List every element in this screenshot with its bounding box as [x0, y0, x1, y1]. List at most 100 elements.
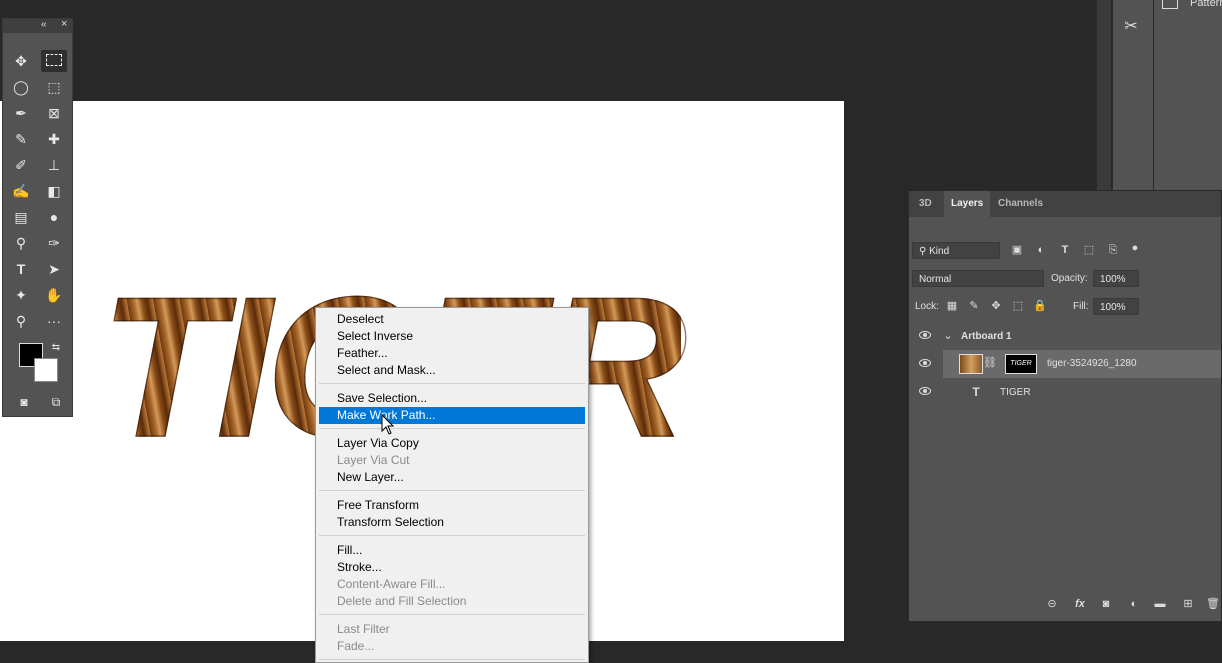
dodge-tool-icon[interactable]: ⚲	[8, 232, 34, 254]
object-selection-tool-icon[interactable]: ⬚	[41, 76, 67, 98]
opacity-input[interactable]: 100%	[1093, 270, 1139, 287]
menu-item-transform-selection[interactable]: Transform Selection	[319, 514, 585, 531]
menu-item-layer-via-copy[interactable]: Layer Via Copy	[319, 435, 585, 452]
layer-mask-thumbnail[interactable]: TIGER	[1005, 354, 1037, 374]
frame-tool-icon[interactable]: ⊠	[41, 102, 67, 124]
filter-pixel-icon[interactable]: ▣	[1010, 243, 1024, 257]
blur-tool-icon[interactable]: ●	[41, 206, 67, 228]
filter-type-icon[interactable]: T	[1058, 243, 1072, 257]
lasso-tool-icon[interactable]: ◯	[8, 76, 34, 98]
menu-item-fade[interactable]: Fade...	[319, 638, 585, 655]
tab-3d[interactable]: 3D	[919, 191, 932, 217]
visibility-eye-icon[interactable]	[919, 331, 931, 339]
layers-panel: 3D Layers Channels ⚲ Kind ▣ ◐ T ⬚ ⎘ ● No…	[908, 190, 1222, 622]
screen-mode-icon[interactable]: ⧉	[43, 391, 69, 413]
filter-kind-select[interactable]: ⚲ Kind	[912, 242, 1000, 259]
visibility-eye-icon[interactable]	[919, 359, 931, 367]
layer-row-image[interactable]: ⛓ TIGER tiger-3524926_1280	[943, 350, 1221, 378]
layer-name[interactable]: tiger-3524926_1280	[1047, 358, 1137, 369]
lock-all-icon[interactable]: 🔒	[1033, 299, 1047, 313]
fx-icon[interactable]: fx	[1073, 597, 1087, 611]
healing-brush-tool-icon[interactable]: ✚	[41, 128, 67, 150]
panel-tab-bar: 3D Layers Channels	[909, 191, 1221, 217]
layer-row-text[interactable]: T TIGER	[909, 379, 1221, 407]
quick-mask-icon[interactable]: ◙	[11, 391, 37, 413]
background-color-swatch[interactable]	[34, 358, 58, 382]
lock-image-icon[interactable]: ✎	[967, 299, 981, 313]
history-brush-tool-icon[interactable]: ✍	[8, 180, 34, 202]
layer-name[interactable]: TIGER	[1000, 387, 1031, 398]
filter-toggle-icon[interactable]: ●	[1128, 241, 1142, 255]
menu-item-feather[interactable]: Feather...	[319, 345, 585, 362]
visibility-eye-icon[interactable]	[919, 387, 931, 395]
dock-scrollbar[interactable]	[1096, 0, 1111, 190]
layer-name[interactable]: Artboard 1	[961, 331, 1012, 342]
pattern-icon[interactable]	[1162, 0, 1178, 9]
fill-label: Fill:	[1073, 301, 1089, 312]
more-tools-icon[interactable]: ···	[41, 310, 67, 332]
tab-layers[interactable]: Layers	[944, 191, 991, 217]
menu-separator	[319, 659, 585, 660]
filter-smart-object-icon[interactable]: ⎘	[1106, 243, 1120, 257]
brush-tool-icon[interactable]: ✐	[8, 154, 34, 176]
pen-path-tool-icon[interactable]: ✑	[41, 232, 67, 254]
patterns-label[interactable]: Pattern	[1190, 0, 1222, 9]
chevron-down-icon[interactable]: ⌄	[941, 329, 955, 343]
new-layer-icon[interactable]: ⊞	[1181, 597, 1195, 611]
menu-item-new-layer[interactable]: New Layer...	[319, 469, 585, 486]
close-icon[interactable]: ×	[61, 18, 67, 30]
mouse-cursor-icon	[381, 414, 395, 435]
menu-separator	[319, 535, 585, 536]
menu-item-select-inverse[interactable]: Select Inverse	[319, 328, 585, 345]
type-tool-icon[interactable]: T	[8, 258, 34, 280]
blend-mode-select[interactable]: Normal	[912, 270, 1044, 287]
trash-icon[interactable]: 🗑	[1206, 597, 1220, 611]
menu-item-content-aware-fill[interactable]: Content-Aware Fill...	[319, 576, 585, 593]
patterns-dock	[1153, 0, 1222, 190]
lock-label: Lock:	[915, 301, 939, 312]
mask-icon[interactable]: ◙	[1099, 597, 1113, 611]
menu-item-deselect[interactable]: Deselect	[319, 311, 585, 328]
fill-input[interactable]: 100%	[1093, 298, 1139, 315]
menu-item-select-and-mask[interactable]: Select and Mask...	[319, 362, 585, 379]
adjustment-icon[interactable]: ◐	[1127, 597, 1141, 611]
group-folder-icon[interactable]: ▬	[1153, 597, 1167, 611]
lock-position-icon[interactable]: ✥	[989, 299, 1003, 313]
zoom-tool-icon[interactable]: ⚲	[8, 310, 34, 332]
gradient-tool-icon[interactable]: ▤	[8, 206, 34, 228]
menu-item-delete-and-fill-selection[interactable]: Delete and Fill Selection	[319, 593, 585, 610]
chain-link-icon[interactable]: ⛓	[983, 356, 997, 370]
eraser-tool-icon[interactable]: ◧	[41, 180, 67, 202]
tools-panel-icon[interactable]: ✂	[1120, 16, 1142, 38]
link-icon[interactable]: ⊝	[1045, 597, 1059, 611]
menu-item-free-transform[interactable]: Free Transform	[319, 497, 585, 514]
filter-adjustment-icon[interactable]: ◐	[1034, 243, 1048, 257]
collapse-icon[interactable]: «	[41, 19, 47, 30]
menu-item-fill[interactable]: Fill...	[319, 542, 585, 559]
menu-item-make-work-path[interactable]: Make Work Path...	[319, 407, 585, 424]
filter-shape-icon[interactable]: ⬚	[1082, 243, 1096, 257]
layer-row-artboard[interactable]: ⌄ Artboard 1	[909, 323, 1221, 351]
lock-transparent-icon[interactable]: ▦	[945, 299, 959, 313]
shape-tool-icon[interactable]: ✦	[8, 284, 34, 306]
move-tool-icon[interactable]: ✥	[8, 50, 34, 72]
tab-channels[interactable]: Channels	[998, 191, 1043, 217]
search-icon: ⚲	[919, 246, 930, 257]
lock-artboard-icon[interactable]: ⬚	[1011, 299, 1025, 313]
rectangular-marquee-tool-icon[interactable]	[41, 50, 67, 72]
swap-colors-icon[interactable]: ⇆	[43, 337, 69, 359]
path-selection-tool-icon[interactable]: ➤	[41, 258, 67, 280]
menu-item-save-selection[interactable]: Save Selection...	[319, 390, 585, 407]
eyedropper-tool-icon[interactable]: ✎	[8, 128, 34, 150]
hand-tool-icon[interactable]: ✋	[41, 284, 67, 306]
context-menu: Deselect Select Inverse Feather... Selec…	[315, 307, 589, 663]
menu-separator	[319, 490, 585, 491]
menu-item-layer-via-cut[interactable]: Layer Via Cut	[319, 452, 585, 469]
type-layer-icon: T	[972, 385, 980, 399]
clone-stamp-tool-icon[interactable]: ⊥	[41, 154, 67, 176]
menu-item-last-filter[interactable]: Last Filter	[319, 621, 585, 638]
menu-item-stroke[interactable]: Stroke...	[319, 559, 585, 576]
filter-kind-label: Kind	[929, 246, 950, 257]
pen-tool-icon[interactable]: ✒	[8, 102, 34, 124]
layer-thumbnail[interactable]	[959, 354, 983, 374]
